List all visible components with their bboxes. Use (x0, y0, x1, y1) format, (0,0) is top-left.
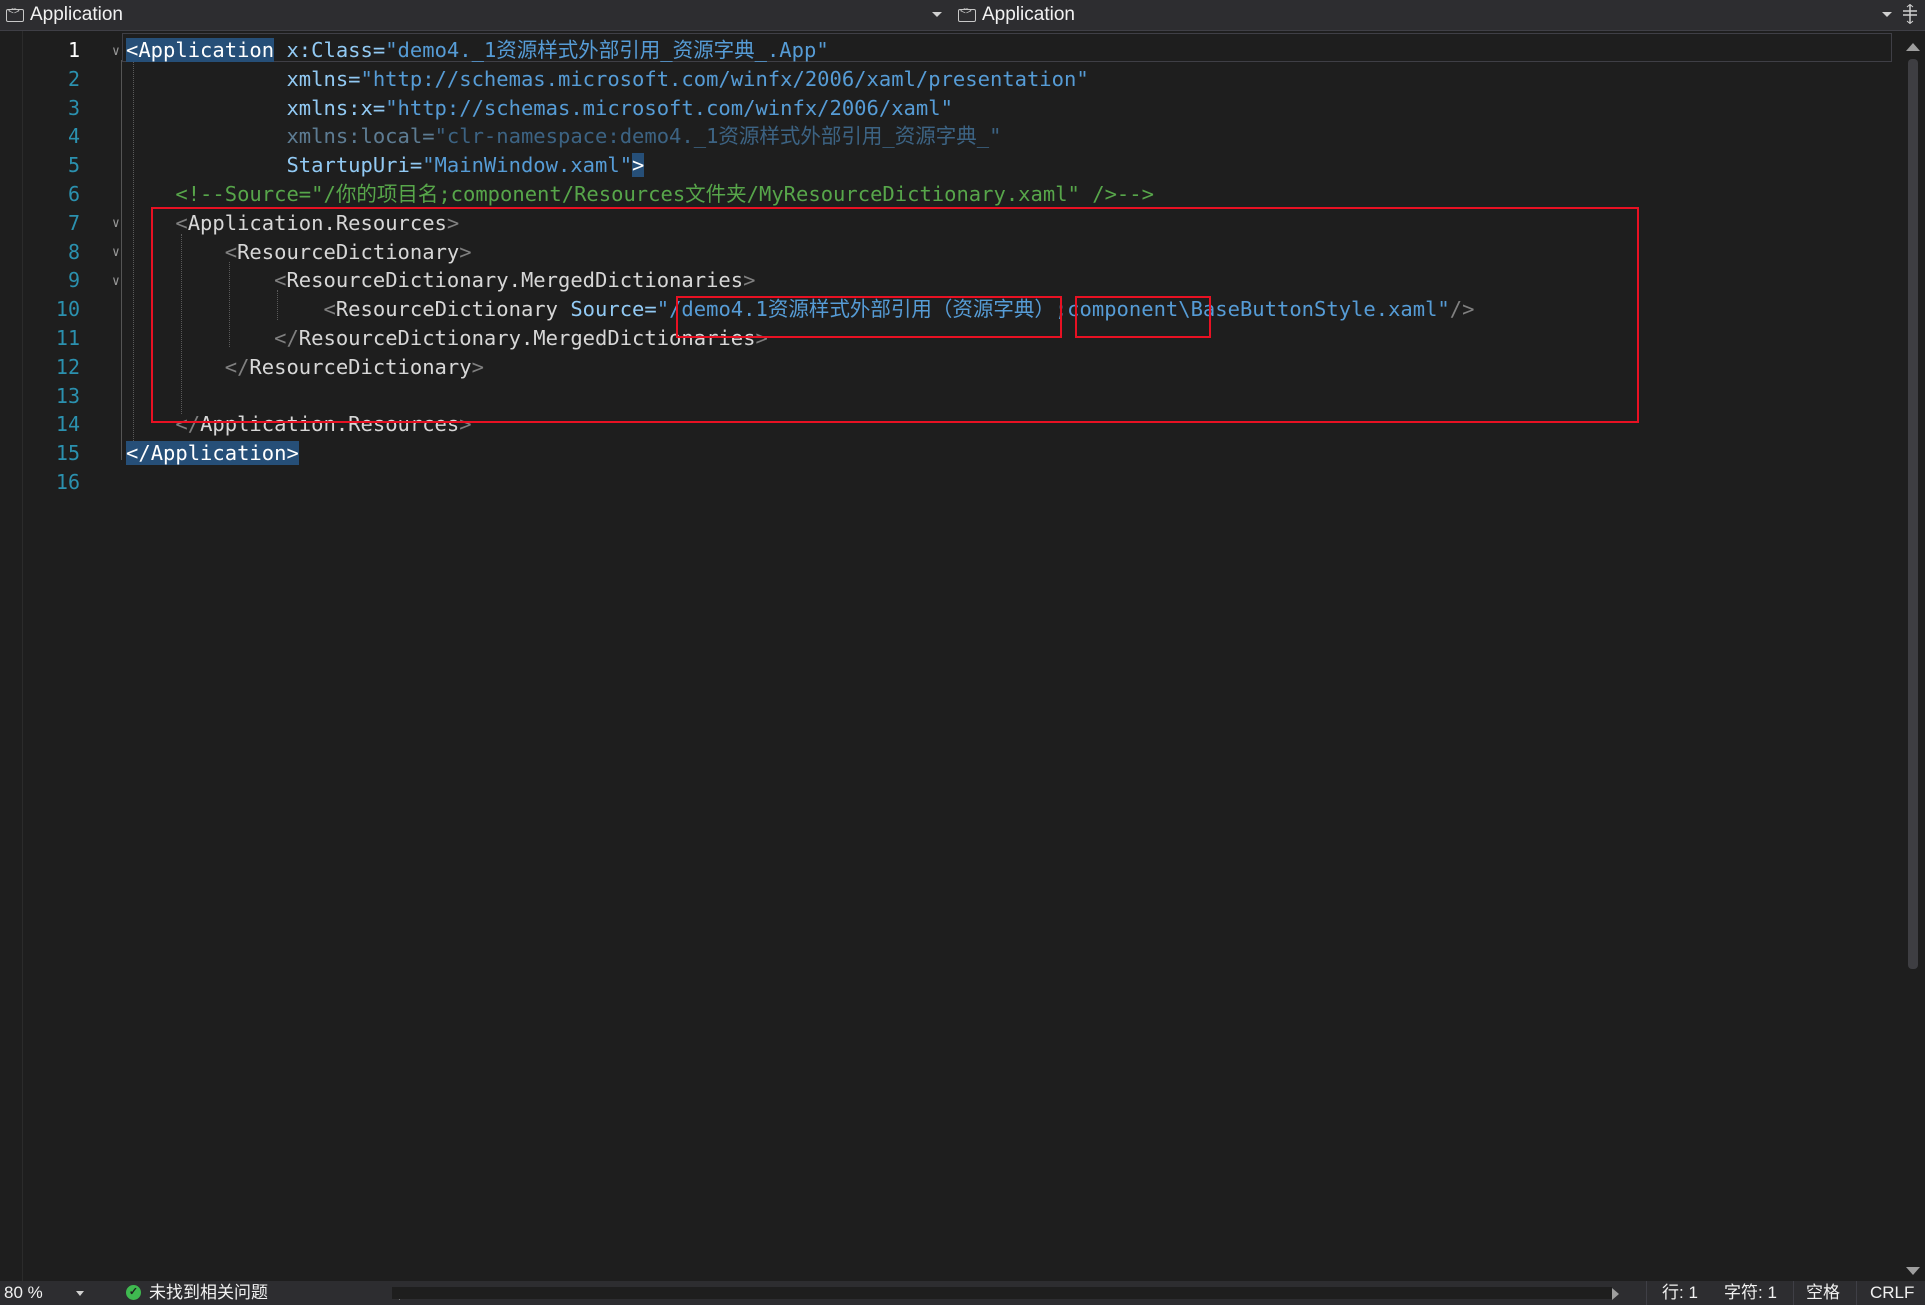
collapse-icon[interactable]: ∨ (112, 44, 120, 59)
issues-status[interactable]: 未找到相关问题 (149, 1281, 268, 1305)
code-line[interactable] (126, 468, 1895, 497)
horizontal-scrollbar[interactable] (392, 1287, 1612, 1299)
type-dropdown-label: Application (30, 4, 123, 25)
line-number: 11 (55, 325, 80, 350)
vertical-scrollbar[interactable] (1901, 31, 1925, 1281)
divider (1793, 1281, 1794, 1305)
code-token: x:Class= (274, 38, 386, 62)
check-circle-icon: ✓ (126, 1285, 141, 1300)
status-bar: 80 % ✓ 未找到相关问题 行: 1 字符: 1 空格 CRLF (0, 1281, 1925, 1305)
code-token: "http://schemas.microsoft.com/winfx/2006… (360, 66, 1089, 91)
line-number: 3 (67, 95, 80, 120)
code-token: "clr-namespace:demo4._1资源样式外部引用_资源字典_" (434, 124, 1002, 149)
code-token: > (286, 441, 299, 466)
chevron-down-icon[interactable] (1882, 12, 1892, 17)
annotation-box-component (1075, 296, 1211, 338)
collapse-icon[interactable]: ∨ (112, 274, 120, 289)
code-token: > (632, 153, 645, 178)
code-line[interactable]: StartupUri="MainWindow.xaml"> (126, 151, 1895, 180)
line-ending[interactable]: CRLF (1870, 1281, 1914, 1305)
divider (1646, 1281, 1647, 1305)
line-number: 16 (55, 469, 80, 494)
line-number: 10 (55, 297, 80, 322)
line-number-gutter: 1 2 3 4 5 6 7 8 9 10 11 12 13 14 15 16 (22, 36, 82, 497)
line-number: 7 (67, 210, 80, 235)
whitespace-mode[interactable]: 空格 (1806, 1281, 1840, 1305)
code-token: demo4._1资源样式外部引用_资源字典_.App (397, 38, 817, 62)
code-line[interactable]: <Application x:Class="demo4._1资源样式外部引用_资… (126, 36, 1895, 65)
line-number: 5 (67, 153, 80, 178)
code-token: Application (138, 38, 275, 62)
member-dropdown[interactable]: Application (952, 0, 1892, 30)
code-line[interactable]: xmlns:local="clr-namespace:demo4._1资源样式外… (126, 122, 1895, 151)
xaml-element-icon (6, 6, 24, 22)
line-number: 14 (55, 412, 80, 437)
line-number: 4 (67, 124, 80, 149)
line-number: 1 (67, 38, 80, 62)
line-number: 13 (55, 383, 80, 408)
scrollbar-thumb[interactable] (1908, 59, 1918, 969)
line-number: 15 (55, 441, 80, 466)
line-position[interactable]: 行: 1 (1662, 1281, 1698, 1305)
code-line[interactable]: <!--Source="/你的项目名;component/Resources文件… (126, 180, 1895, 209)
scroll-right-icon[interactable] (1612, 1288, 1619, 1300)
code-token: < (126, 38, 139, 62)
scroll-up-icon[interactable] (1906, 43, 1920, 51)
divider (1856, 1281, 1857, 1305)
code-token: "MainWindow.xaml" (422, 153, 633, 178)
navigation-bar: Application Application (0, 0, 1925, 31)
code-line[interactable]: xmlns:x="http://schemas.microsoft.com/wi… (126, 94, 1895, 123)
type-dropdown[interactable]: Application (0, 0, 950, 30)
chevron-down-icon[interactable] (932, 12, 942, 17)
char-position[interactable]: 字符: 1 (1724, 1281, 1777, 1305)
code-token: </ (126, 441, 151, 466)
code-token: xmlns:local= (126, 124, 435, 149)
code-token: Application (150, 441, 287, 466)
code-token: xmlns:x= (126, 95, 386, 120)
code-token: "http://schemas.microsoft.com/winfx/2006… (385, 95, 953, 120)
line-number: 8 (67, 239, 80, 264)
split-editor-icon[interactable] (1899, 3, 1921, 26)
scroll-down-icon[interactable] (1906, 1267, 1920, 1275)
code-token: " (385, 38, 398, 62)
collapse-icon[interactable]: ∨ (112, 216, 120, 231)
member-dropdown-label: Application (982, 4, 1075, 25)
line-number: 2 (67, 66, 80, 91)
line-number: 12 (55, 354, 80, 379)
code-line[interactable]: xmlns="http://schemas.microsoft.com/winf… (126, 65, 1895, 94)
code-token: StartupUri= (126, 153, 423, 178)
line-number: 6 (67, 181, 80, 206)
code-token: <!--Source="/你的项目名;component/Resources文件… (126, 181, 1154, 206)
line-number: 9 (67, 268, 80, 293)
annotation-box-assembly-name (676, 296, 1062, 338)
code-token: " (816, 38, 829, 62)
zoom-chevron-down-icon[interactable] (76, 1291, 84, 1296)
editor-margin (0, 31, 23, 1281)
code-token: xmlns= (126, 66, 361, 91)
xaml-element-icon (958, 6, 976, 22)
code-line[interactable]: </Application> (126, 439, 1895, 468)
fold-line (121, 60, 122, 460)
zoom-level[interactable]: 80 % (4, 1281, 43, 1305)
collapse-icon[interactable]: ∨ (112, 245, 120, 260)
